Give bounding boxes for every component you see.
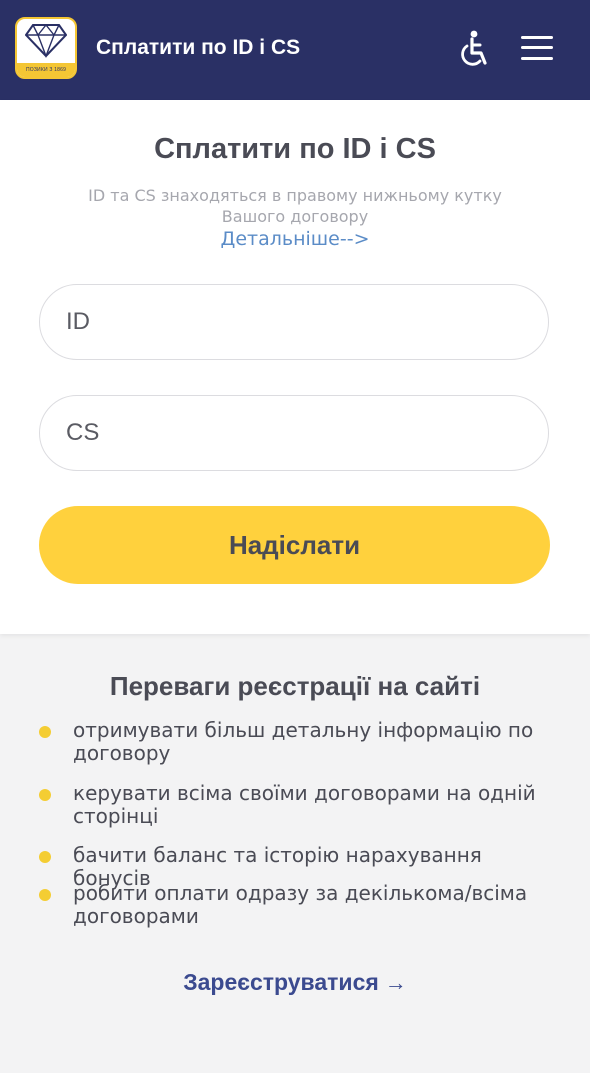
brand-logo[interactable]: ПОЗИКИ З 1869 xyxy=(15,17,77,79)
diamond-icon xyxy=(25,23,67,58)
header-title: Сплатити по ID і CS xyxy=(96,36,301,59)
register-label: Зареєструватися xyxy=(183,969,379,995)
bullet-icon xyxy=(39,851,51,863)
logo-tagline: ПОЗИКИ З 1869 xyxy=(17,63,75,77)
benefit-item: отримувати більш детальну інформацію по … xyxy=(39,718,543,765)
bullet-icon xyxy=(39,889,51,901)
benefits-title: Переваги реєстрації на сайті xyxy=(109,671,481,701)
benefit-item: керувати всіма своїми договорами на одні… xyxy=(39,781,543,828)
hamburger-menu-icon[interactable] xyxy=(519,34,555,62)
benefit-text: отримувати більш детальну інформацію по … xyxy=(73,718,534,765)
benefit-text: робити оплати одразу за декількома/всіма… xyxy=(73,881,528,928)
register-link[interactable]: Зареєструватися → xyxy=(0,966,590,999)
top-header: ПОЗИКИ З 1869 Сплатити по ID і CS xyxy=(0,0,590,100)
id-input[interactable] xyxy=(39,284,549,360)
cs-input[interactable] xyxy=(39,395,549,471)
form-title: Сплатити по ID і CS xyxy=(154,133,436,165)
form-hint: ID та CS знаходяться в правому нижньому … xyxy=(88,186,502,226)
arrow-right-icon: → xyxy=(384,970,407,995)
submit-button[interactable]: Надіслати xyxy=(39,506,550,584)
bullet-icon xyxy=(39,789,51,801)
wheelchair-icon[interactable] xyxy=(455,29,493,69)
bullet-icon xyxy=(39,726,51,738)
details-link[interactable]: Детальніше--> xyxy=(0,226,590,252)
benefit-item: робити оплати одразу за декількома/всіма… xyxy=(39,881,543,928)
benefit-text: керувати всіма своїми договорами на одні… xyxy=(73,781,536,828)
